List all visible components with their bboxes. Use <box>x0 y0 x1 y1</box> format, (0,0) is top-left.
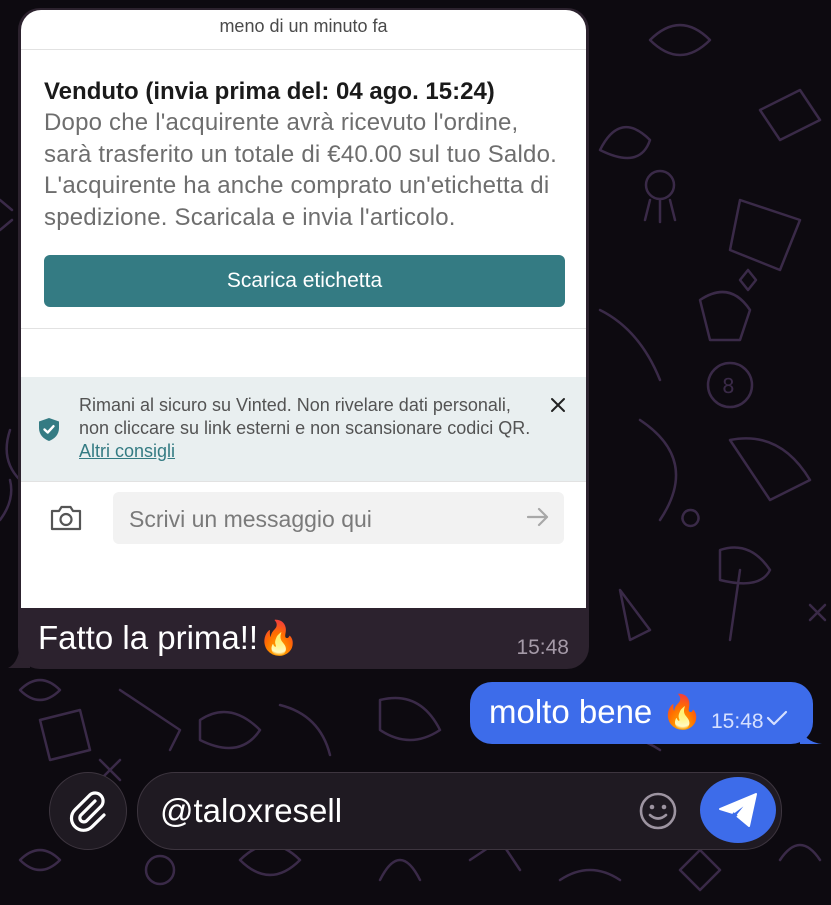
divider <box>21 49 586 50</box>
message-placeholder: Scrivi un messaggio qui <box>129 506 372 532</box>
divider <box>21 481 586 482</box>
safety-banner: Rimani al sicuro su Vinted. Non rivelare… <box>21 377 586 481</box>
svg-text:8: 8 <box>722 374 735 398</box>
sent-check-icon <box>766 710 788 726</box>
sold-line: L'acquirente ha anche comprato un'etiche… <box>44 172 550 199</box>
incoming-message-time: 15:48 <box>516 636 569 659</box>
incoming-message-text: Fatto la prima!!🔥 <box>38 619 300 656</box>
send-button[interactable] <box>700 777 776 843</box>
smiley-icon[interactable] <box>638 791 678 831</box>
message-input[interactable]: @taloxresell <box>137 772 782 850</box>
outgoing-message-time: 15:48 <box>711 710 764 733</box>
camera-icon <box>50 505 82 531</box>
more-tips-link: Altri consigli <box>79 441 176 461</box>
attach-button[interactable] <box>49 772 127 850</box>
safety-line: Rimani al sicuro su Vinted. Non rivelare… <box>79 395 511 415</box>
time-ago-label: meno di un minuto fa <box>219 16 388 36</box>
sold-notice: Venduto (invia prima del: 04 ago. 15:24)… <box>44 76 569 233</box>
vinted-message-input: Scrivi un messaggio qui <box>113 492 564 544</box>
safety-text: Rimani al sicuro su Vinted. Non rivelare… <box>79 394 539 463</box>
safety-line: non cliccare su link esterni e non scans… <box>79 418 531 438</box>
divider <box>21 328 586 329</box>
close-icon <box>551 398 565 412</box>
download-label-button: Scarica etichetta <box>44 255 565 307</box>
sold-title: Venduto (invia prima del: 04 ago. 15:24) <box>44 78 495 105</box>
message-input-text: @taloxresell <box>160 792 343 829</box>
shield-check-icon <box>39 418 59 441</box>
arrow-right-icon <box>526 507 549 527</box>
outgoing-message[interactable]: molto bene 🔥 15:48 <box>470 682 813 744</box>
outgoing-message-text: molto bene 🔥 <box>489 693 703 730</box>
vinted-screenshot[interactable]: meno di un minuto fa Venduto (invia prim… <box>21 10 586 608</box>
paperclip-icon <box>69 791 106 832</box>
sold-line: spedizione. Scaricala e invia l'articolo… <box>44 203 456 231</box>
paper-plane-icon <box>719 793 757 827</box>
incoming-message[interactable]: meno di un minuto fa Venduto (invia prim… <box>18 8 589 669</box>
sold-line: Dopo che l'acquirente avrà ricevuto l'or… <box>44 109 519 136</box>
sold-line: sarà trasferito un totale di €40.00 sul … <box>44 140 557 168</box>
